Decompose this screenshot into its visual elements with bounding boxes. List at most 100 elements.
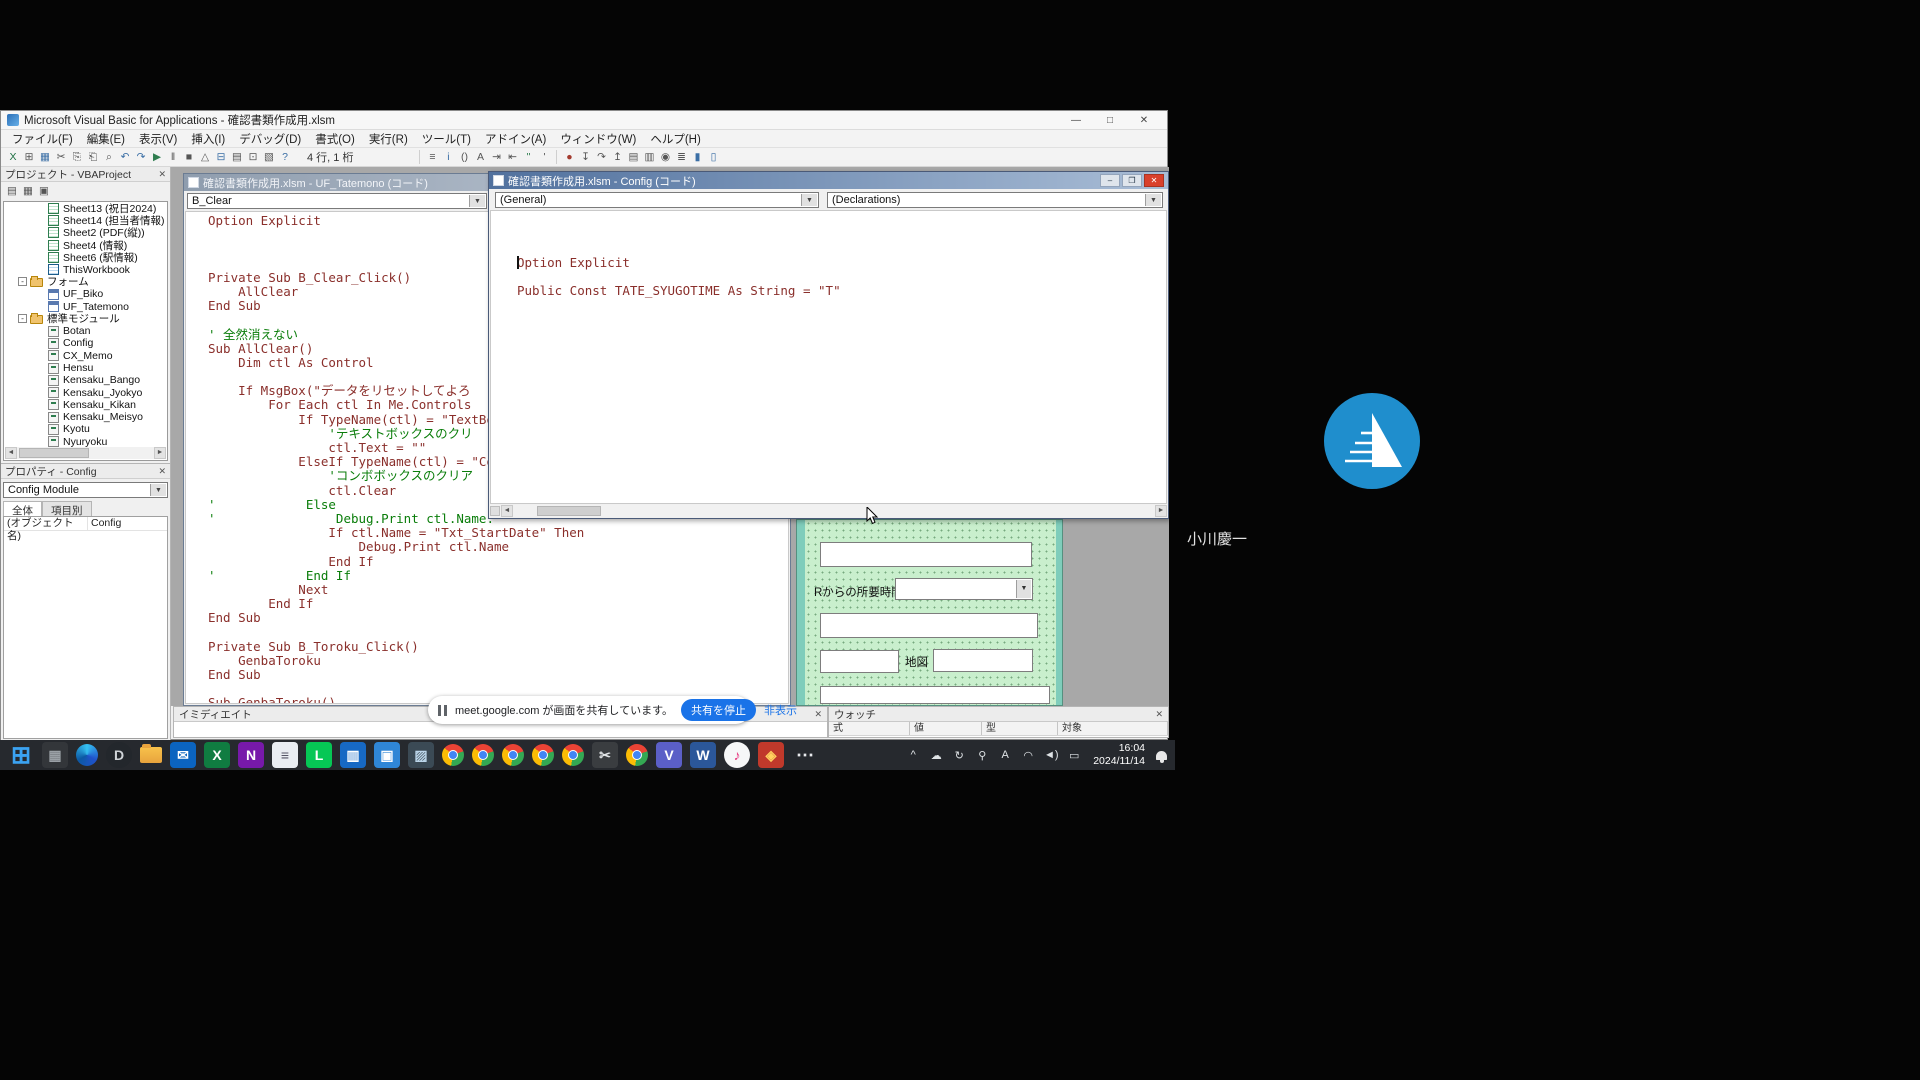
uncomment-block-icon[interactable]: ' — [536, 149, 552, 165]
insert-userform-icon[interactable]: ⊞ — [21, 149, 37, 165]
view-excel-icon[interactable]: X — [5, 149, 21, 165]
complete-word-icon[interactable]: A — [472, 149, 488, 165]
chrome-icon-3[interactable] — [502, 744, 524, 766]
step-into-icon[interactable]: ↧ — [577, 149, 593, 165]
code-editor-config[interactable]: Option ExplicitPublic Const TATE_SYUGOTI… — [490, 210, 1167, 504]
watch-column[interactable]: 型 — [982, 722, 1058, 735]
indent-icon[interactable]: ⇥ — [488, 149, 504, 165]
project-explorer-icon[interactable]: ⊟ — [213, 149, 229, 165]
form-textbox[interactable] — [933, 649, 1033, 672]
scroll-left-arrow-icon[interactable]: ◄ — [5, 447, 17, 459]
outdent-icon[interactable]: ⇤ — [504, 149, 520, 165]
next-bookmark-icon[interactable]: ▯ — [705, 149, 721, 165]
tree-item[interactable]: Kensaku_Meisyo — [4, 411, 167, 423]
taskbar-clock[interactable]: 16:04 2024/11/14 — [1093, 742, 1145, 768]
tree-item[interactable]: Kensaku_Bango — [4, 374, 167, 386]
save-icon[interactable]: ▦ — [37, 149, 53, 165]
form-textbox[interactable] — [820, 542, 1032, 567]
toggle-breakpoint-icon[interactable]: ● — [561, 149, 577, 165]
stop-sharing-button[interactable]: 共有を停止 — [681, 699, 756, 721]
watch-column[interactable]: 値 — [910, 722, 982, 735]
start-button[interactable]: ⊞ — [8, 742, 34, 768]
tree-item[interactable]: UF_Biko — [4, 288, 167, 300]
project-tree-hscrollbar[interactable]: ◄ ► — [5, 447, 166, 459]
task-view-icon[interactable]: ▦ — [42, 742, 68, 768]
config-code-titlebar[interactable]: 確認書類作成用.xlsm - Config (コード) – ❐ ✕ — [489, 172, 1168, 189]
scrollbar-thumb[interactable] — [537, 506, 601, 516]
property-row[interactable]: (オブジェクト名)Config — [4, 517, 167, 531]
config-hscrollbar[interactable]: ◄ ► — [490, 505, 1167, 517]
dell-icon[interactable]: D — [106, 742, 132, 768]
tree-expander-icon[interactable]: - — [18, 277, 27, 286]
tree-item[interactable]: Kensaku_Kikan — [4, 399, 167, 411]
view-code-icon[interactable]: ▤ — [4, 183, 20, 199]
object-browser-icon[interactable]: ⊡ — [245, 149, 261, 165]
sync-icon[interactable]: ↻ — [951, 749, 967, 762]
tree-item[interactable]: Kyotu — [4, 423, 167, 435]
find-icon[interactable]: ⌕ — [101, 149, 117, 165]
close-icon[interactable]: ✕ — [814, 709, 822, 720]
maximize-button[interactable]: □ — [1093, 115, 1127, 126]
tree-item[interactable]: -標準モジュール — [4, 313, 167, 325]
edge-icon[interactable] — [76, 744, 98, 766]
menu-item[interactable]: デバッグ(D) — [232, 130, 308, 148]
tree-item[interactable]: Hensu — [4, 362, 167, 374]
reset-icon[interactable]: ■ — [181, 149, 197, 165]
scroll-right-arrow-icon[interactable]: ► — [1155, 505, 1167, 517]
watch-header[interactable]: ウォッチ ✕ — [829, 707, 1168, 722]
project-panel-header[interactable]: プロジェクト - VBAProject ✕ — [1, 167, 170, 182]
tree-item[interactable]: Config — [4, 337, 167, 349]
procedure-combo[interactable]: (Declarations) — [827, 192, 1163, 208]
watch-column[interactable]: 式 — [829, 722, 910, 735]
copy-icon[interactable]: ⎘ — [69, 149, 85, 165]
watch-window-icon[interactable]: ◉ — [657, 149, 673, 165]
design-mode-icon[interactable]: △ — [197, 149, 213, 165]
userform-canvas[interactable]: Rからの所要時間 地図 — [805, 520, 1056, 705]
blue-app-icon[interactable]: ▥ — [340, 742, 366, 768]
form-textbox[interactable] — [820, 613, 1038, 638]
close-icon[interactable]: ✕ — [1155, 709, 1163, 720]
chrome-icon-1[interactable] — [442, 744, 464, 766]
locals-window-icon[interactable]: ▤ — [625, 149, 641, 165]
tree-item[interactable]: CX_Memo — [4, 350, 167, 362]
list-properties-icon[interactable]: ≡ — [424, 149, 440, 165]
menu-item[interactable]: ツール(T) — [415, 130, 478, 148]
scroll-left-arrow-icon[interactable]: ◄ — [501, 505, 513, 517]
chrome-icon-4[interactable] — [532, 744, 554, 766]
menu-item[interactable]: ヘルプ(H) — [643, 130, 707, 148]
photos-icon[interactable]: ▨ — [408, 742, 434, 768]
menu-item[interactable]: 表示(V) — [132, 130, 184, 148]
watch-window[interactable]: ウォッチ ✕ 式値型対象 — [828, 706, 1169, 738]
hide-bar-link[interactable]: 非表示 — [764, 702, 797, 718]
child-minimize-button[interactable]: – — [1100, 174, 1120, 187]
quick-info-icon[interactable]: i — [440, 149, 456, 165]
menu-item[interactable]: 実行(R) — [362, 130, 415, 148]
menu-item[interactable]: ウィンドウ(W) — [553, 130, 643, 148]
onedrive-icon[interactable]: ☁ — [928, 749, 944, 762]
form-designer[interactable]: Rからの所要時間 地図 — [796, 519, 1063, 706]
misc-app-icon[interactable]: ◈ — [758, 742, 784, 768]
tree-item[interactable]: Sheet6 (駅情報) — [4, 251, 167, 263]
mail-icon[interactable]: ✉ — [170, 742, 196, 768]
properties-object-selector[interactable]: Config Module — [3, 482, 168, 498]
redo-icon[interactable]: ↷ — [133, 149, 149, 165]
undo-icon[interactable]: ↶ — [117, 149, 133, 165]
word-icon[interactable]: W — [690, 742, 716, 768]
mic-icon[interactable]: ⚲ — [974, 749, 990, 762]
onenote-icon[interactable]: N — [238, 742, 264, 768]
close-button[interactable]: ✕ — [1127, 115, 1161, 126]
form-textbox[interactable] — [820, 686, 1050, 704]
chrome-icon-5[interactable] — [562, 744, 584, 766]
menu-item[interactable]: ファイル(F) — [5, 130, 80, 148]
toggle-folders-icon[interactable]: ▣ — [36, 183, 52, 199]
run-icon[interactable]: ▶ — [149, 149, 165, 165]
wifi-icon[interactable]: ◠ — [1020, 749, 1036, 762]
step-out-icon[interactable]: ↥ — [609, 149, 625, 165]
view-object-icon[interactable]: ▦ — [20, 183, 36, 199]
vba-titlebar[interactable]: Microsoft Visual Basic for Applications … — [1, 111, 1167, 130]
scrollbar-thumb[interactable] — [19, 448, 89, 458]
line-icon[interactable]: L — [306, 742, 332, 768]
break-icon[interactable]: ‖ — [165, 149, 181, 165]
toolbox-icon[interactable]: ▧ — [261, 149, 277, 165]
close-icon[interactable]: ✕ — [158, 466, 166, 477]
